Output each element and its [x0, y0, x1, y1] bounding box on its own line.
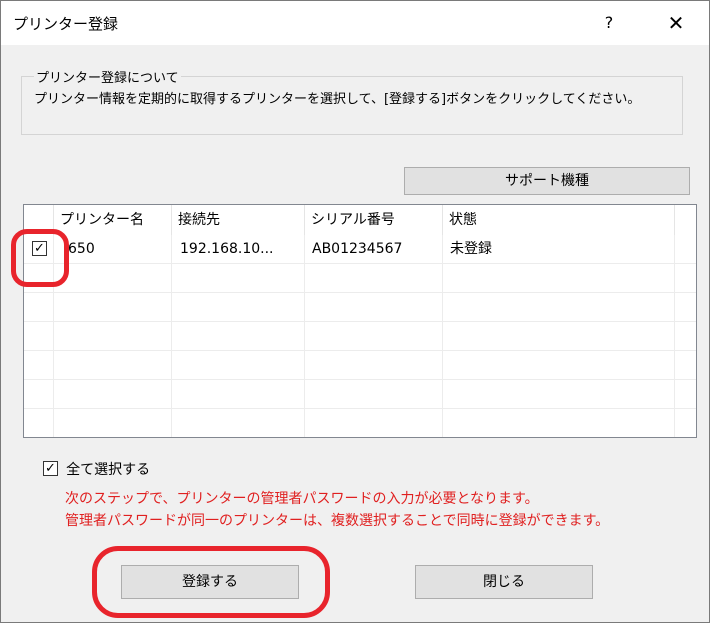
group-legend: プリンター登録について [36, 71, 179, 86]
close-button[interactable]: 閉じる [415, 565, 593, 599]
help-button[interactable]: ? [586, 7, 632, 39]
select-all-checkbox-control[interactable]: ✓ 全て選択する [43, 458, 150, 479]
empty-row [24, 380, 696, 409]
empty-row [24, 322, 696, 351]
printer-registration-dialog: プリンター登録 ? ✕ プリンター登録について プリンター情報を定期的に取得する… [0, 0, 710, 623]
empty-row [24, 293, 696, 322]
printer-name-cell: 650 [68, 241, 95, 257]
serial-number-cell: AB01234567 [312, 241, 403, 257]
table-row[interactable]: ✓ 650 192.168.10... AB01234567 未登録 [24, 235, 696, 264]
column-header-status[interactable]: 状態 [443, 205, 675, 235]
title-bar: プリンター登録 ? ✕ [1, 1, 709, 45]
notice-line-1: 次のステップで、プリンターの管理者パスワードの入力が必要となります。 [65, 491, 539, 507]
empty-row [24, 264, 696, 293]
select-all-checkbox[interactable]: ✓ [43, 461, 58, 476]
dialog-title: プリンター登録 [13, 15, 119, 33]
column-header-serial[interactable]: シリアル番号 [305, 205, 443, 235]
printer-list[interactable]: プリンター名 接続先 シリアル番号 状態 ✓ 650 192.168.10...… [23, 204, 697, 438]
supported-models-button[interactable]: サポート機種 [404, 167, 690, 195]
status-cell: 未登録 [450, 241, 492, 257]
column-header-printer-name[interactable]: プリンター名 [54, 205, 172, 235]
connection-cell: 192.168.10... [180, 241, 274, 257]
register-button-highlight-callout [92, 546, 330, 618]
checkbox-highlight-callout [11, 229, 69, 287]
about-registration-group: プリンター登録について プリンター情報を定期的に取得するプリンターを選択して、[… [21, 67, 683, 135]
list-header: プリンター名 接続先 シリアル番号 状態 [24, 205, 696, 235]
group-description: プリンター情報を定期的に取得するプリンターを選択して、[登録する]ボタンをクリッ… [34, 92, 641, 107]
password-notice: 次のステップで、プリンターの管理者パスワードの入力が必要となります。 管理者パス… [65, 488, 609, 532]
column-header-connection[interactable]: 接続先 [172, 205, 305, 235]
notice-line-2: 管理者パスワードが同一のプリンターは、複数選択することで同時に登録ができます。 [65, 513, 610, 529]
empty-row [24, 351, 696, 380]
close-window-button[interactable]: ✕ [653, 7, 699, 39]
select-all-label[interactable]: 全て選択する [66, 462, 150, 478]
